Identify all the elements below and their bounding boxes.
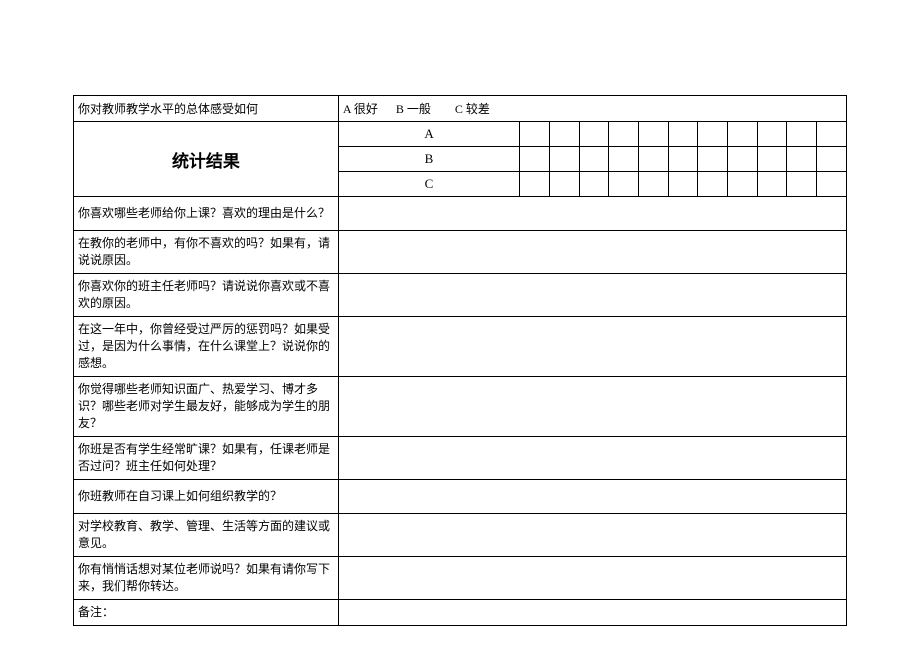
stats-header: 统计结果 [74, 122, 339, 197]
stats-cell [549, 122, 579, 147]
stats-cell [638, 122, 668, 147]
stats-cell [757, 147, 787, 172]
open-question-row: 你喜欢你的班主任老师吗？请说说你喜欢或不喜欢的原因。 [74, 274, 847, 317]
stats-cell [698, 172, 728, 197]
open-question-row: 在这一年中，你曾经受过严厉的惩罚吗？如果受过，是因为什么事情，在什么课堂上？说说… [74, 317, 847, 377]
open-question-row: 你喜欢哪些老师给你上课？喜欢的理由是什么？ [74, 197, 847, 231]
stats-cell [579, 172, 609, 197]
open-answer-cell [338, 437, 846, 480]
stats-cell [668, 122, 698, 147]
page-container: 你对教师教学水平的总体感受如何 A 很好 B 一般 C 较差 统计结果 A B … [0, 0, 920, 651]
open-question-text: 你喜欢哪些老师给你上课？喜欢的理由是什么？ [74, 197, 339, 231]
open-question-row: 你班教师在自习课上如何组织教学的？ [74, 480, 847, 514]
open-question-text: 在这一年中，你曾经受过严厉的惩罚吗？如果受过，是因为什么事情，在什么课堂上？说说… [74, 317, 339, 377]
remarks-label: 备注： [74, 600, 339, 626]
stats-cell [609, 122, 639, 147]
stats-cell [817, 122, 847, 147]
stats-cell [728, 172, 758, 197]
open-question-text: 你有悄悄话想对某位老师说吗？如果有请你写下来，我们帮你转达。 [74, 557, 339, 600]
open-answer-cell [338, 557, 846, 600]
open-question-text: 你觉得哪些老师知识面广、热爱学习、博才多识？哪些老师对学生最友好，能够成为学生的… [74, 377, 339, 437]
open-answer-cell [338, 231, 846, 274]
stats-cell [520, 147, 550, 172]
stats-cell [579, 147, 609, 172]
stats-cell [520, 122, 550, 147]
stats-cell [638, 147, 668, 172]
stats-letter-c: C [338, 172, 519, 197]
stats-cell [698, 122, 728, 147]
open-question-text: 你喜欢你的班主任老师吗？请说说你喜欢或不喜欢的原因。 [74, 274, 339, 317]
stats-cell [728, 147, 758, 172]
stats-letter-b: B [338, 147, 519, 172]
open-question-text: 对学校教育、教学、管理、生活等方面的建议或意见。 [74, 514, 339, 557]
remarks-cell [338, 600, 846, 626]
remarks-row: 备注： [74, 600, 847, 626]
open-answer-cell [338, 197, 846, 231]
stats-cell [609, 147, 639, 172]
stats-letter-a: A [338, 122, 519, 147]
rating-question-row: 你对教师教学水平的总体感受如何 A 很好 B 一般 C 较差 [74, 96, 847, 122]
stats-cell [549, 147, 579, 172]
open-answer-cell [338, 514, 846, 557]
open-question-row: 你有悄悄话想对某位老师说吗？如果有请你写下来，我们帮你转达。 [74, 557, 847, 600]
open-answer-cell [338, 480, 846, 514]
stats-cell [787, 147, 817, 172]
stats-cell [757, 122, 787, 147]
stats-cell [817, 172, 847, 197]
open-question-row: 对学校教育、教学、管理、生活等方面的建议或意见。 [74, 514, 847, 557]
open-question-text: 你班是否有学生经常旷课？如果有，任课老师是否过问？班主任如何处理？ [74, 437, 339, 480]
stats-cell [787, 122, 817, 147]
rating-question-text: 你对教师教学水平的总体感受如何 [74, 96, 339, 122]
rating-options-text: A 很好 B 一般 C 较差 [338, 96, 846, 122]
open-question-text: 在教你的老师中，有你不喜欢的吗？如果有，请说说原因。 [74, 231, 339, 274]
stats-cell [757, 172, 787, 197]
open-question-row: 在教你的老师中，有你不喜欢的吗？如果有，请说说原因。 [74, 231, 847, 274]
survey-table: 你对教师教学水平的总体感受如何 A 很好 B 一般 C 较差 统计结果 A B … [73, 95, 847, 626]
stats-cell [698, 147, 728, 172]
open-question-row: 你觉得哪些老师知识面广、热爱学习、博才多识？哪些老师对学生最友好，能够成为学生的… [74, 377, 847, 437]
stats-cell [668, 172, 698, 197]
open-answer-cell [338, 274, 846, 317]
stats-cell [579, 122, 609, 147]
open-question-text: 你班教师在自习课上如何组织教学的？ [74, 480, 339, 514]
stats-row-a: 统计结果 A [74, 122, 847, 147]
open-answer-cell [338, 317, 846, 377]
stats-cell [668, 147, 698, 172]
open-answer-cell [338, 377, 846, 437]
stats-cell [817, 147, 847, 172]
open-question-row: 你班是否有学生经常旷课？如果有，任课老师是否过问？班主任如何处理？ [74, 437, 847, 480]
stats-cell [787, 172, 817, 197]
stats-cell [638, 172, 668, 197]
stats-cell [609, 172, 639, 197]
stats-cell [728, 122, 758, 147]
stats-cell [520, 172, 550, 197]
stats-cell [549, 172, 579, 197]
